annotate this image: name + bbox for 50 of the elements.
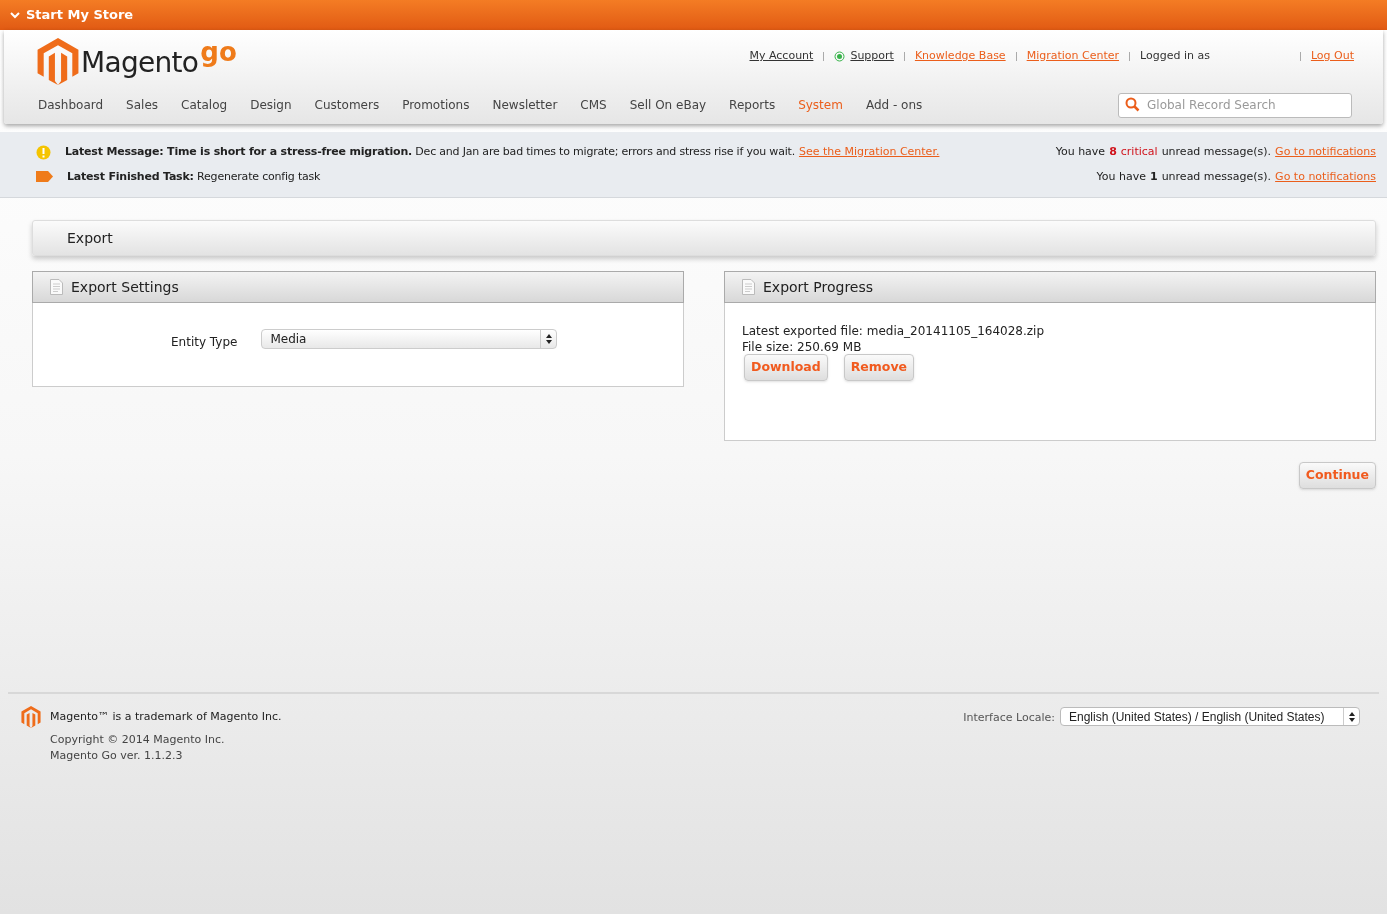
export-info: Latest exported file: media_20141105_164028.zip [742,323,1046,339]
section-title: Export Progress [763,277,874,297]
summary-suffix: unread message(s). [1161,144,1272,160]
nav-item[interactable]: Newsletter [492,95,558,114]
nav-item[interactable]: Reports [729,95,776,114]
status-dot-icon [834,50,846,62]
nav-item[interactable]: CMS [580,95,607,114]
search-icon [1125,97,1140,112]
nav-item[interactable]: Sell On eBay [629,95,707,114]
nav-item[interactable]: Add - ons [865,95,923,114]
logo-icon [21,706,41,728]
login-status: Logged in as [1140,48,1210,64]
summary-suffix: unread message(s). [1161,168,1272,185]
logo-suffix: go [200,39,237,65]
nav-item[interactable]: Dashboard [38,95,104,114]
footer-text: Copyright © 2014 Magento Inc. [50,732,226,748]
header-link[interactable]: My Account [749,48,814,65]
field-label: Entity Type [171,334,238,351]
message-count: 8 [1109,144,1117,160]
nav-item[interactable]: Customers [314,95,380,114]
warning-icon [36,144,51,160]
trademark-text: Magento™ is a trademark of Magento Inc. [50,708,282,725]
nav-item[interactable]: Design [250,95,292,114]
header-link[interactable]: Support [850,48,894,65]
page-title: Export [67,228,113,248]
nav-item[interactable]: Catalog [181,95,228,114]
summary-prefix: You have [1055,144,1106,160]
locale-select[interactable]: English (United States) / English (United States) [1060,707,1360,726]
nav-item[interactable]: Promotions [402,95,470,114]
message-text: Latest Finished Task: Regenerate config task [67,168,321,185]
store-bar-label: Start My Store [26,6,134,25]
nav-item[interactable]: Sales [126,95,159,114]
severity-label: critical [1120,144,1158,160]
section-title: Export Settings [71,277,179,297]
locale-label: Interface Locale: [963,710,1055,726]
message-count: 1 [1150,168,1158,185]
summary-prefix: You have [1096,168,1146,185]
document-icon [50,279,63,295]
chevron-down-icon [10,11,20,19]
logo-icon [37,38,79,85]
logo-wordmark: Magento [81,49,199,77]
document-icon [742,279,755,295]
export-info: File size: 250.69 MB [742,339,863,355]
tag-icon [36,171,53,183]
select-arrows-icon [1348,711,1355,722]
select-arrows-icon [545,334,552,344]
entity-type-select[interactable]: Media [261,329,558,349]
message-text: Latest Message: Time is short for a stress-free migration. Dec and Jan are bad times to migrate; errors and stress rise if you wait. [65,144,795,160]
search-field[interactable]: Global Record Search [1118,92,1352,118]
footer-text: Magento Go ver. 1.1.2.3 [50,748,184,764]
